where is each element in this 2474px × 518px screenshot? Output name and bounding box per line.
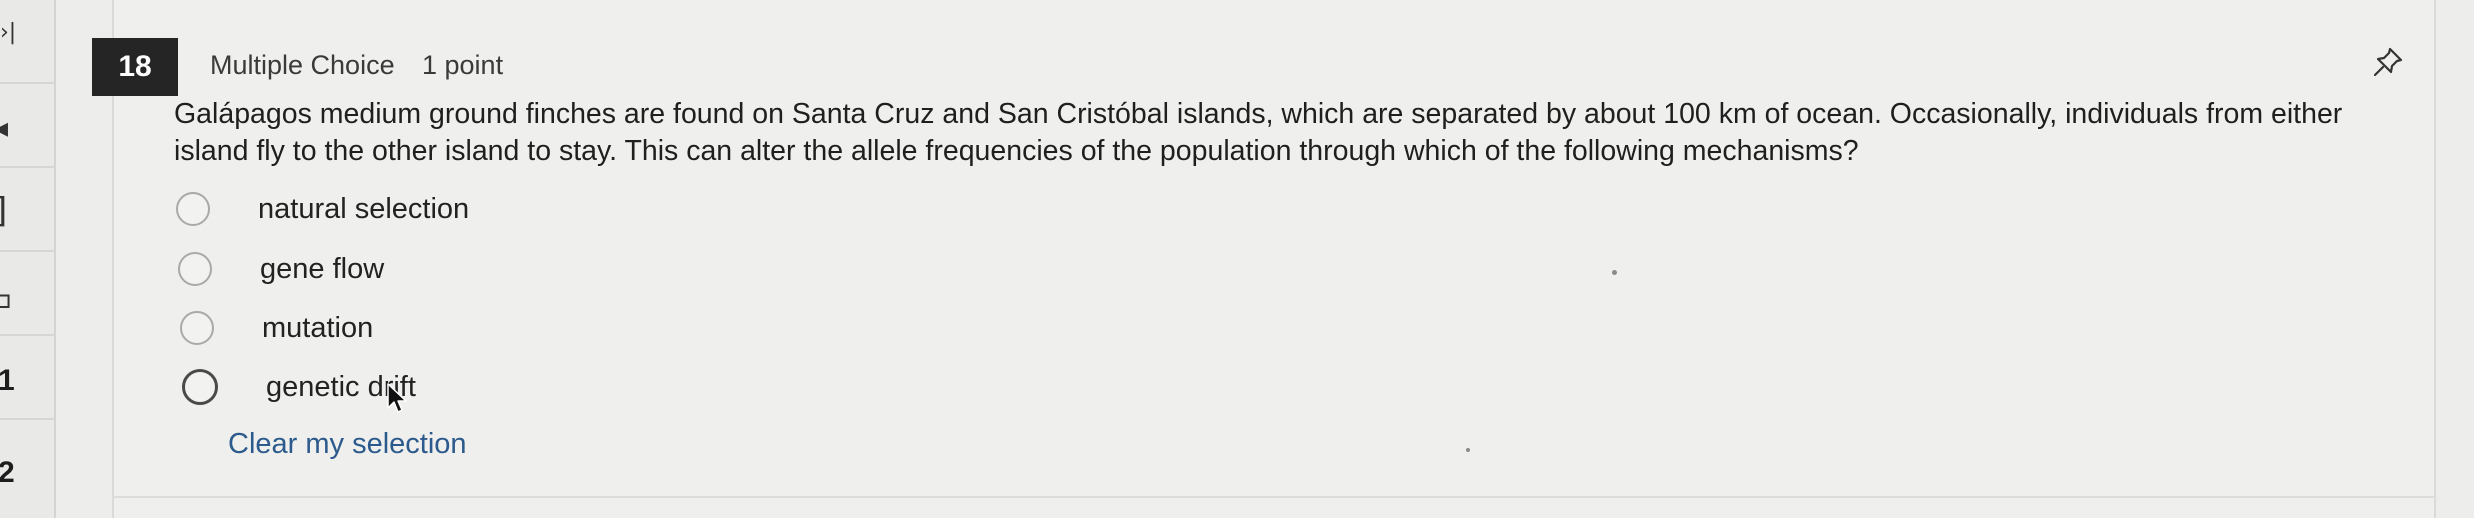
option-mutation[interactable]: mutation: [176, 306, 373, 350]
question-points-label: 1 point: [422, 50, 504, 80]
box-icon[interactable]: ⊐: [0, 288, 12, 312]
background-speck: [1612, 270, 1617, 275]
question-number-badge: 18: [92, 38, 178, 96]
clear-selection-link[interactable]: Clear my selection: [228, 428, 467, 461]
sidebar-collapse-row[interactable]: ›|: [0, 0, 54, 84]
sidebar-item-number: 2: [0, 456, 15, 489]
sidebar-item-1[interactable]: 1: [0, 336, 54, 420]
card-divider: [112, 496, 2436, 498]
sidebar-item-2[interactable]: 2: [0, 420, 54, 502]
bracket-icon[interactable]: ]: [0, 194, 7, 228]
sidebar-row-prev[interactable]: ◂: [0, 84, 54, 168]
sidebar-row-box[interactable]: ⊐: [0, 252, 54, 336]
collapse-icon[interactable]: ›|: [0, 22, 16, 44]
background-speck: [1466, 448, 1470, 452]
option-label[interactable]: natural selection: [258, 193, 469, 226]
option-gene-flow[interactable]: gene flow: [176, 247, 384, 291]
option-label[interactable]: gene flow: [260, 253, 384, 286]
mouse-pointer-icon: [386, 382, 408, 416]
radio-button[interactable]: [180, 311, 214, 345]
question-text: Galápagos medium ground finches are foun…: [174, 98, 2343, 167]
sidebar-row-bracket[interactable]: ]: [0, 168, 54, 252]
option-natural-selection[interactable]: natural selection: [176, 187, 469, 231]
question-type-label: Multiple Choice: [210, 50, 395, 80]
option-genetic-drift[interactable]: genetic drift: [176, 365, 416, 409]
option-label[interactable]: mutation: [262, 312, 373, 345]
arrow-left-icon[interactable]: ◂: [0, 114, 8, 142]
question-nav-sidebar: ›| ◂ ] ⊐ 1 2: [0, 0, 56, 518]
pushpin-icon[interactable]: [2370, 44, 2406, 80]
radio-button[interactable]: [178, 252, 212, 286]
sidebar-item-number: 1: [0, 364, 15, 397]
radio-button[interactable]: [176, 192, 210, 226]
radio-button[interactable]: [182, 369, 218, 405]
